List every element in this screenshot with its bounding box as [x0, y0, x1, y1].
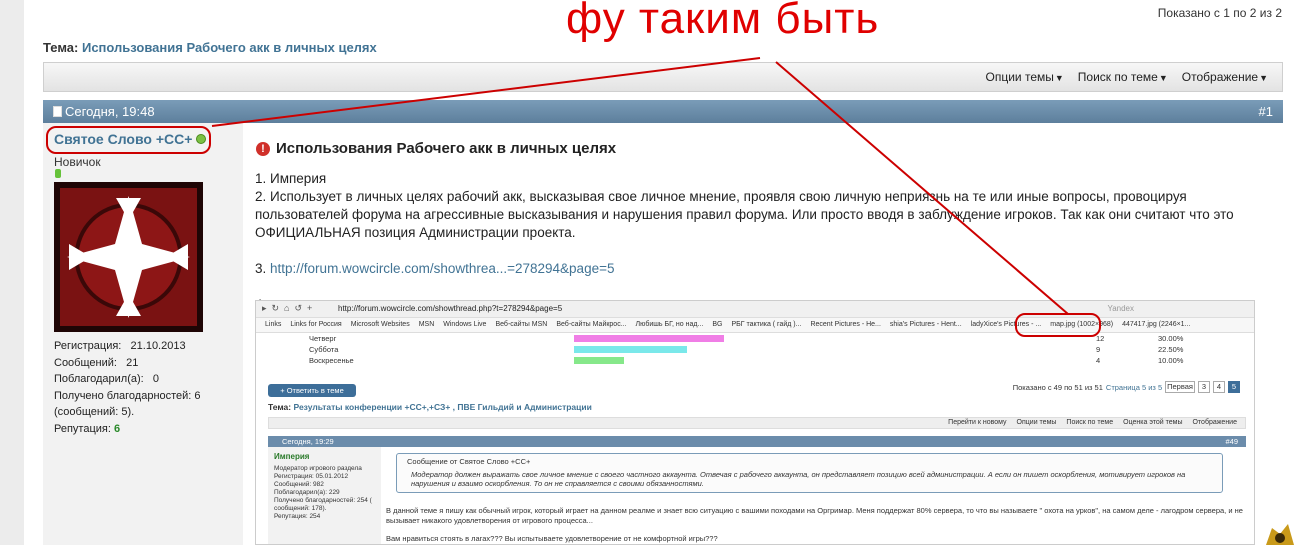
annotation-arrows — [211, 57, 1069, 315]
